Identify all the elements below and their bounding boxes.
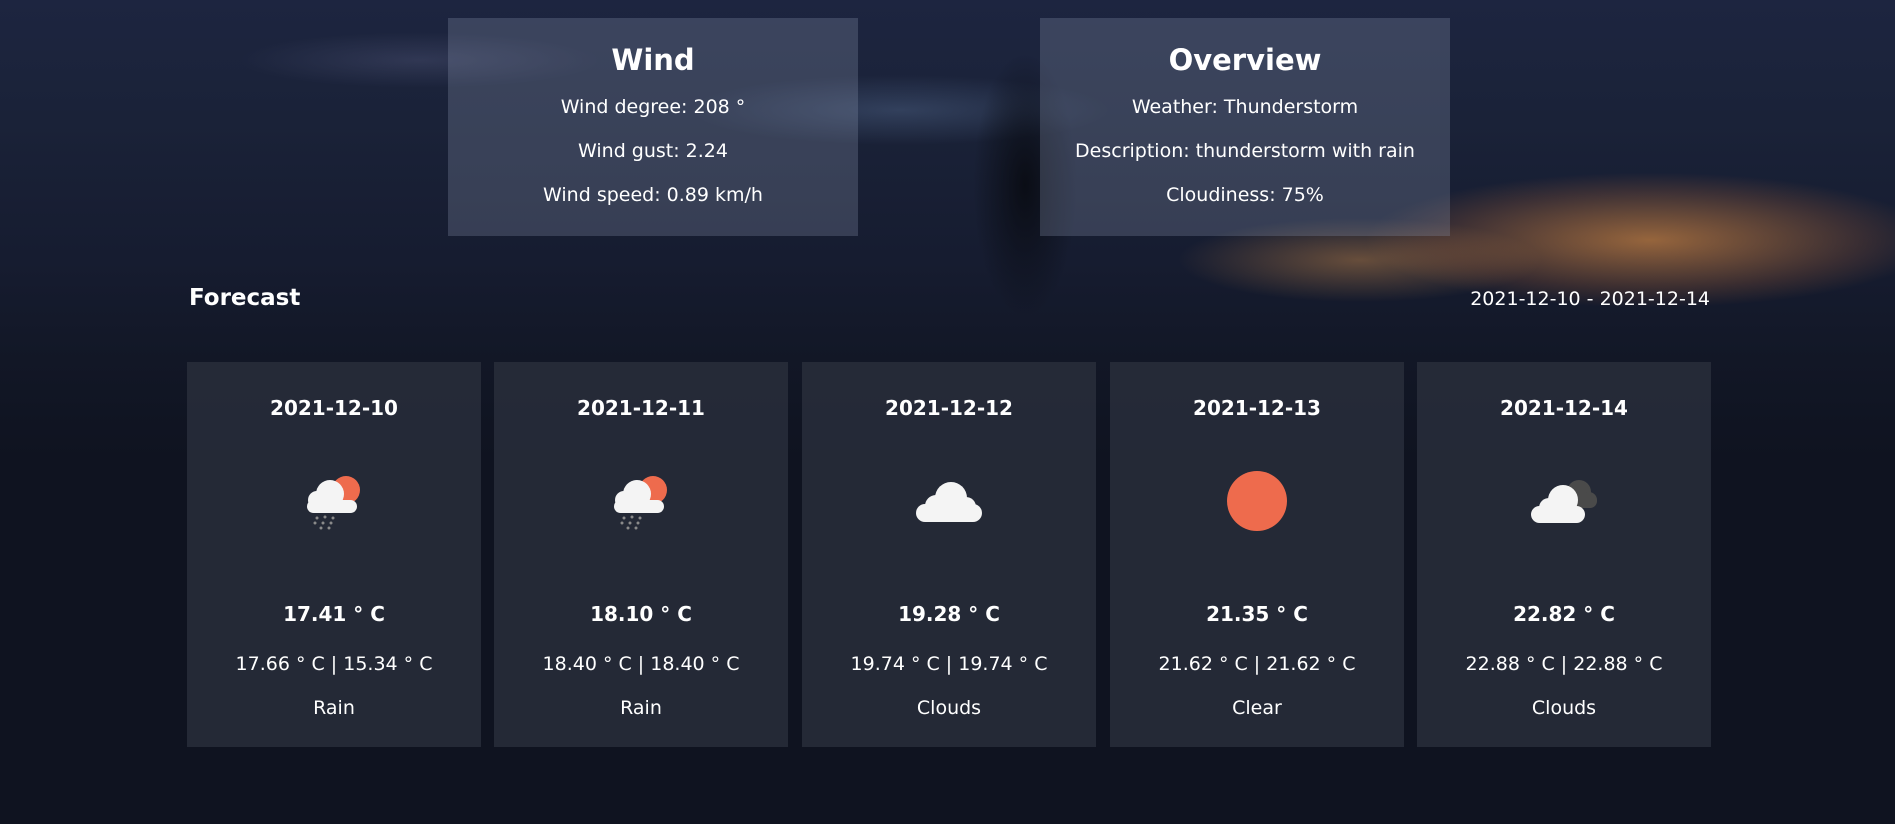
- forecast-temp: 21.35 ° C: [1206, 602, 1308, 626]
- forecast-description: Rain: [620, 697, 662, 719]
- forecast-date: 2021-12-13: [1193, 396, 1321, 420]
- forecast-date: 2021-12-11: [577, 396, 705, 420]
- rain-sun-cloud-icon: [606, 470, 676, 532]
- forecast-description: Rain: [313, 697, 355, 719]
- sun-icon: [1222, 470, 1292, 532]
- overview-weather: Weather: Thunderstorm: [1131, 96, 1359, 118]
- rain-sun-cloud-icon: [299, 470, 369, 532]
- forecast-card: 2021-12-12 19.28 ° C 19.74 ° C | 19.74 °…: [802, 362, 1096, 747]
- cloud-icon: [914, 470, 984, 532]
- overview-panel: Overview Weather: Thunderstorm Descripti…: [1040, 18, 1450, 236]
- wind-degree: Wind degree: 208 °: [560, 96, 746, 118]
- overview-title: Overview: [1168, 43, 1322, 77]
- overview-description: Description: thunderstorm with rain: [1075, 140, 1415, 162]
- forecast-temp: 17.41 ° C: [283, 602, 385, 626]
- forecast-date-range: 2021-12-10 - 2021-12-14: [1470, 288, 1710, 310]
- wind-gust: Wind gust: 2.24: [578, 140, 728, 162]
- forecast-temp-range: 22.88 ° C | 22.88 ° C: [1465, 653, 1663, 675]
- forecast-description: Clouds: [1531, 697, 1597, 719]
- overview-cloudiness: Cloudiness: 75%: [1166, 184, 1324, 206]
- wind-panel: Wind Wind degree: 208 ° Wind gust: 2.24 …: [448, 18, 858, 236]
- forecast-temp-range: 18.40 ° C | 18.40 ° C: [542, 653, 740, 675]
- forecast-cards: 2021-12-10 17.41 ° C 17.66 ° C | 15.34 °…: [187, 362, 1712, 747]
- forecast-card: 2021-12-11 18.10 ° C 18.40 ° C | 18.40 °…: [494, 362, 788, 747]
- wind-speed: Wind speed: 0.89 km/h: [543, 184, 763, 206]
- forecast-date: 2021-12-14: [1500, 396, 1628, 420]
- forecast-card: 2021-12-14 22.82 ° C 22.88 ° C | 22.88 °…: [1417, 362, 1711, 747]
- forecast-temp: 18.10 ° C: [590, 602, 692, 626]
- forecast-title: Forecast: [189, 285, 301, 311]
- forecast-date: 2021-12-10: [270, 396, 398, 420]
- wind-title: Wind: [611, 43, 695, 77]
- forecast-description: Clear: [1232, 697, 1282, 719]
- forecast-temp-range: 17.66 ° C | 15.34 ° C: [235, 653, 433, 675]
- forecast-temp: 19.28 ° C: [898, 602, 1000, 626]
- forecast-card: 2021-12-13 21.35 ° C 21.62 ° C | 21.62 °…: [1110, 362, 1404, 747]
- forecast-description: Clouds: [916, 697, 982, 719]
- forecast-temp-range: 19.74 ° C | 19.74 ° C: [850, 653, 1048, 675]
- forecast-card: 2021-12-10 17.41 ° C 17.66 ° C | 15.34 °…: [187, 362, 481, 747]
- forecast-date: 2021-12-12: [885, 396, 1013, 420]
- forecast-temp: 22.82 ° C: [1513, 602, 1615, 626]
- dark-clouds-icon: [1529, 470, 1599, 532]
- forecast-temp-range: 21.62 ° C | 21.62 ° C: [1158, 653, 1356, 675]
